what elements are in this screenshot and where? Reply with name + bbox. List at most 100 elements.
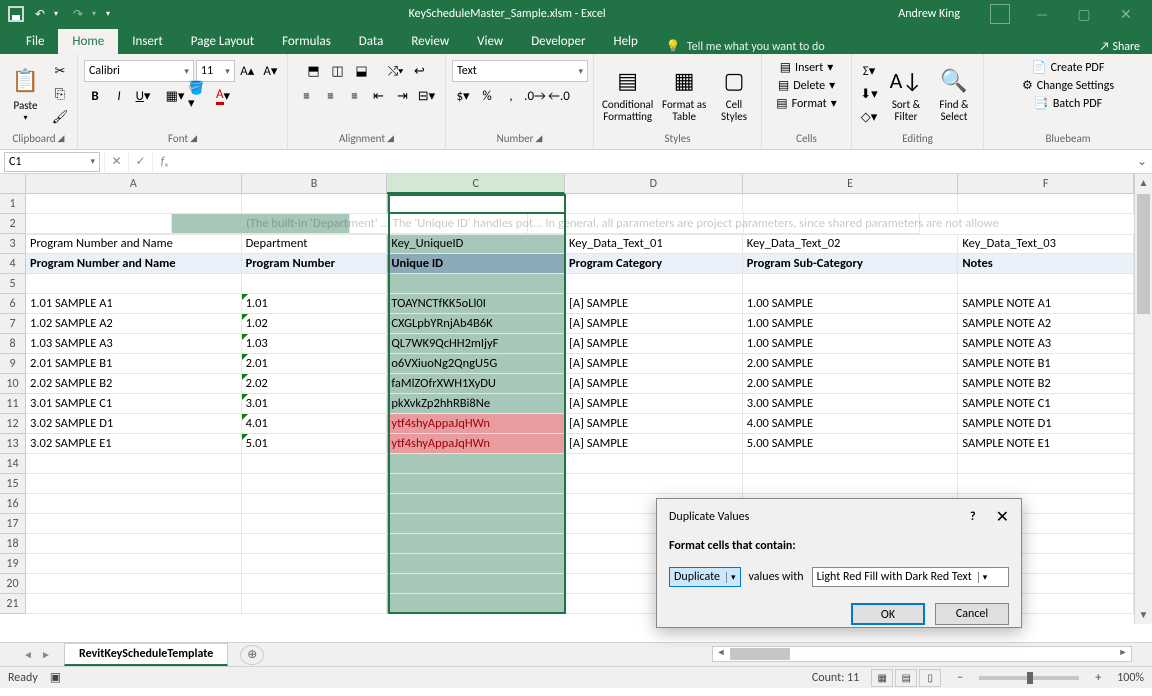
- column-header-C[interactable]: C: [387, 174, 565, 194]
- cell-A18[interactable]: [26, 534, 242, 554]
- cell-B6[interactable]: 1.01: [242, 294, 388, 314]
- cell-F5[interactable]: [958, 274, 1134, 294]
- fill-icon[interactable]: ⬇▾: [858, 83, 880, 105]
- cell-C6[interactable]: TOAYNCTfKK5oLl0I: [387, 294, 565, 314]
- row-header-3[interactable]: 3: [0, 234, 26, 254]
- save-icon[interactable]: [6, 4, 26, 24]
- horizontal-scrollbar[interactable]: ◄ ►: [712, 646, 1132, 662]
- undo-icon[interactable]: ↶: [30, 4, 50, 24]
- row-header-5[interactable]: 5: [0, 274, 26, 294]
- cell-A3[interactable]: Program Number and Name: [26, 234, 242, 254]
- select-all-corner[interactable]: [0, 174, 26, 194]
- cell-E8[interactable]: 1.00 SAMPLE: [743, 334, 959, 354]
- cell-F11[interactable]: SAMPLE NOTE C1: [958, 394, 1134, 414]
- cell-E9[interactable]: 2.00 SAMPLE: [743, 354, 959, 374]
- cell-B3[interactable]: Department: [242, 234, 388, 254]
- align-right-icon[interactable]: ≡: [344, 85, 366, 107]
- row-header-14[interactable]: 14: [0, 454, 26, 474]
- cell-E10[interactable]: 2.00 SAMPLE: [743, 374, 959, 394]
- decrease-decimal-icon[interactable]: ←.0: [548, 85, 570, 107]
- name-box[interactable]: C1: [4, 152, 100, 172]
- cell-C18[interactable]: [387, 534, 565, 554]
- cell-D13[interactable]: [A] SAMPLE: [565, 434, 743, 454]
- cell-A6[interactable]: 1.01 SAMPLE A1: [26, 294, 242, 314]
- column-header-B[interactable]: B: [242, 174, 388, 194]
- cell-A20[interactable]: [26, 574, 242, 594]
- cell-F15[interactable]: [958, 474, 1134, 494]
- cell-D14[interactable]: [565, 454, 743, 474]
- cell-C14[interactable]: [387, 454, 565, 474]
- row-header-4[interactable]: 4: [0, 254, 26, 274]
- cell-F13[interactable]: SAMPLE NOTE E1: [958, 434, 1134, 454]
- tab-home[interactable]: Home: [58, 29, 118, 54]
- cell-B15[interactable]: [242, 474, 388, 494]
- zoom-slider[interactable]: [979, 676, 1079, 680]
- cell-C15[interactable]: [387, 474, 565, 494]
- cell-D8[interactable]: [A] SAMPLE: [565, 334, 743, 354]
- column-header-A[interactable]: A: [26, 174, 242, 194]
- cell-B8[interactable]: 1.03: [242, 334, 388, 354]
- tab-developer[interactable]: Developer: [517, 29, 599, 54]
- comma-format-icon[interactable]: ,: [500, 85, 522, 107]
- italic-button[interactable]: I: [108, 85, 130, 107]
- cell-A19[interactable]: [26, 554, 242, 574]
- cell-D4[interactable]: Program Category: [565, 254, 743, 274]
- cell-B5[interactable]: [242, 274, 388, 294]
- display-options-icon[interactable]: [990, 4, 1010, 24]
- cell-C19[interactable]: [387, 554, 565, 574]
- cell-A14[interactable]: [26, 454, 242, 474]
- insert-function-icon[interactable]: fₓ: [152, 152, 176, 172]
- cell-F14[interactable]: [958, 454, 1134, 474]
- cell-styles-button[interactable]: ▢Cell Styles: [713, 65, 755, 123]
- cell-C16[interactable]: [387, 494, 565, 514]
- format-combo[interactable]: Light Red Fill with Dark Red Text▾: [812, 567, 1009, 587]
- cell-A8[interactable]: 1.03 SAMPLE A3: [26, 334, 242, 354]
- cell-E4[interactable]: Program Sub-Category: [743, 254, 959, 274]
- redo-dropdown[interactable]: ▾: [92, 9, 102, 19]
- row-header-17[interactable]: 17: [0, 514, 26, 534]
- tab-pagelayout[interactable]: Page Layout: [177, 29, 268, 54]
- cell-B7[interactable]: 1.02: [242, 314, 388, 334]
- cell-A16[interactable]: [26, 494, 242, 514]
- cell-D12[interactable]: [A] SAMPLE: [565, 414, 743, 434]
- change-settings-button[interactable]: ⚙ Change Settings: [1022, 78, 1114, 93]
- scroll-right-icon[interactable]: ►: [1115, 647, 1131, 661]
- cell-A15[interactable]: [26, 474, 242, 494]
- row-header-18[interactable]: 18: [0, 534, 26, 554]
- scroll-left-icon[interactable]: ◄: [713, 647, 729, 661]
- tab-review[interactable]: Review: [397, 29, 463, 54]
- cell-D11[interactable]: [A] SAMPLE: [565, 394, 743, 414]
- cell-C8[interactable]: QL7WK9QcHH2mIjyF: [387, 334, 565, 354]
- zoom-in-icon[interactable]: +: [1091, 671, 1105, 685]
- macro-record-icon[interactable]: ▣: [50, 670, 61, 685]
- decrease-indent-icon[interactable]: ⇤: [368, 85, 390, 107]
- close-button[interactable]: ✕: [1106, 2, 1146, 26]
- alignment-launcher[interactable]: ◢: [387, 133, 394, 144]
- number-launcher[interactable]: ◢: [535, 133, 542, 144]
- tell-me-box[interactable]: 💡 Tell me what you want to do: [666, 39, 825, 54]
- cell-C4[interactable]: Unique ID: [387, 254, 565, 274]
- normal-view-icon[interactable]: ▦: [871, 669, 893, 687]
- duplicate-combo[interactable]: Duplicate▾: [669, 567, 741, 587]
- row-header-8[interactable]: 8: [0, 334, 26, 354]
- zoom-out-icon[interactable]: −: [953, 671, 967, 685]
- cell-A7[interactable]: 1.02 SAMPLE A2: [26, 314, 242, 334]
- cell-E1[interactable]: [743, 194, 959, 214]
- cell-C11[interactable]: pkXvkZp2hhRBi8Ne: [387, 394, 565, 414]
- cell-A12[interactable]: 3.02 SAMPLE D1: [26, 414, 242, 434]
- sheet-tab[interactable]: RevitKeyScheduleTemplate: [64, 643, 228, 666]
- cell-D6[interactable]: [A] SAMPLE: [565, 294, 743, 314]
- cell-C10[interactable]: faMlZOfrXWH1XyDU: [387, 374, 565, 394]
- cell-D7[interactable]: [A] SAMPLE: [565, 314, 743, 334]
- row-header-7[interactable]: 7: [0, 314, 26, 334]
- cell-A11[interactable]: 3.01 SAMPLE C1: [26, 394, 242, 414]
- row-header-10[interactable]: 10: [0, 374, 26, 394]
- tab-file[interactable]: File: [12, 29, 58, 54]
- cell-B9[interactable]: 2.01: [242, 354, 388, 374]
- cell-A5[interactable]: [26, 274, 242, 294]
- cell-D3[interactable]: Key_Data_Text_01: [565, 234, 743, 254]
- cell-D15[interactable]: [565, 474, 743, 494]
- conditional-formatting-button[interactable]: ▤Conditional Formatting: [600, 65, 655, 123]
- increase-font-icon[interactable]: A▴: [237, 60, 258, 82]
- format-as-table-button[interactable]: ▦Format as Table: [659, 65, 709, 123]
